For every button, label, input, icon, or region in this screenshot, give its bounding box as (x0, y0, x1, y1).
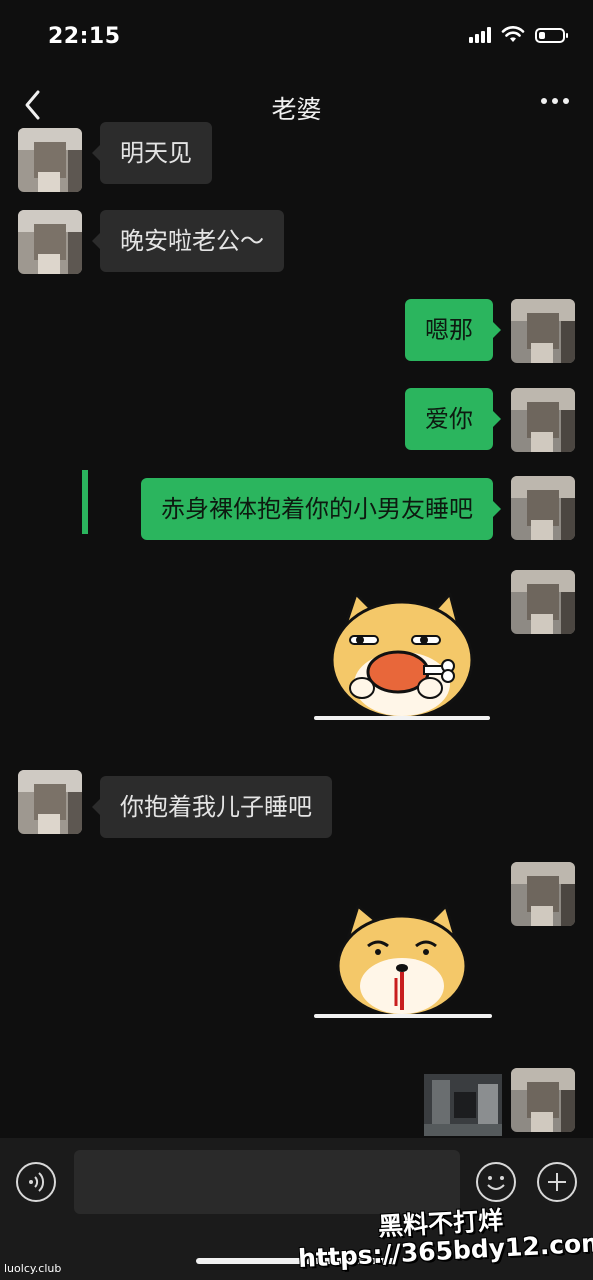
contact-avatar[interactable] (18, 770, 82, 834)
message-input[interactable] (74, 1150, 460, 1214)
my-avatar[interactable] (511, 862, 575, 926)
contact-avatar[interactable] (18, 128, 82, 192)
status-time: 22:15 (48, 24, 121, 49)
shiba-dog-sticker-icon (336, 904, 468, 1018)
shiba-nosebleed-sticker[interactable] (330, 898, 480, 1018)
my-avatar[interactable] (511, 388, 575, 452)
sticker-shadow-line (314, 716, 490, 720)
more-dots-icon (541, 98, 547, 104)
photo-thumbnail[interactable] (424, 1074, 502, 1136)
my-avatar[interactable] (511, 476, 575, 540)
chat-header: 老婆 (0, 70, 593, 138)
sent-message-bubble[interactable]: 嗯那 (405, 299, 501, 361)
wifi-icon (501, 26, 525, 44)
smiley-icon (487, 1176, 505, 1190)
received-message-bubble[interactable]: 明天见 (92, 122, 212, 184)
more-functions-button[interactable] (537, 1162, 577, 1202)
more-options-button[interactable] (541, 98, 569, 104)
my-avatar[interactable] (511, 1068, 575, 1132)
sent-message-bubble[interactable]: 爱你 (405, 388, 501, 450)
my-avatar[interactable] (511, 570, 575, 634)
cellular-signal-icon (469, 27, 491, 43)
battery-icon (535, 27, 568, 43)
voice-icon (29, 1172, 45, 1192)
received-message-bubble[interactable]: 晚安啦老公～ (92, 210, 284, 272)
my-avatar[interactable] (511, 299, 575, 363)
shiba-dog-sticker-icon (330, 592, 474, 720)
shiba-eating-drumstick-sticker[interactable] (320, 588, 492, 724)
chat-title: 老婆 (271, 95, 322, 124)
sent-message-bubble[interactable]: 赤身裸体抱着你的小男友睡吧 (141, 478, 501, 540)
watermark-site-small: luolcy.club (4, 1262, 62, 1275)
contact-avatar[interactable] (18, 210, 82, 274)
chat-screen: 22:15 老婆 明天见 晚安啦老公～ 嗯那 爱你 赤身裸体抱着你的小男友睡吧 … (0, 0, 593, 1280)
status-icons (469, 26, 568, 44)
voice-input-button[interactable] (16, 1162, 56, 1202)
sticker-shadow-line (314, 1014, 492, 1018)
received-message-bubble[interactable]: 你抱着我儿子睡吧 (92, 776, 332, 838)
emoji-button[interactable] (476, 1162, 516, 1202)
message-highlight-bar (82, 470, 88, 534)
